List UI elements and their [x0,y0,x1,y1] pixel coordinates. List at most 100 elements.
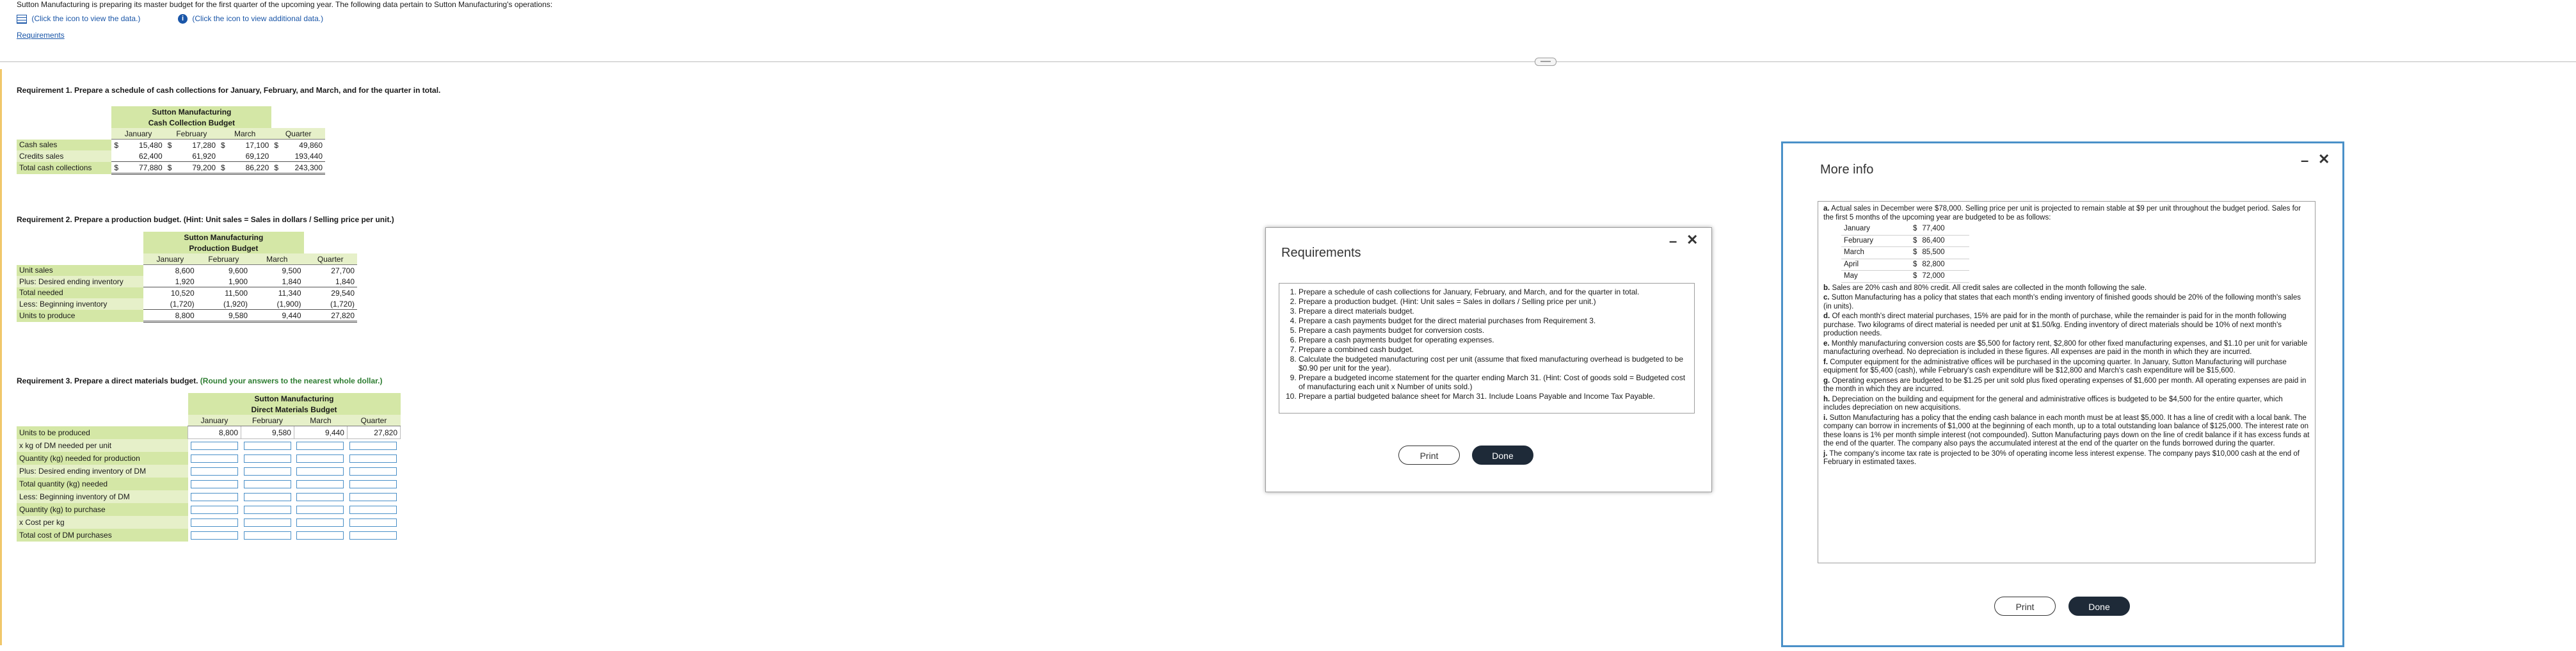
answer-input[interactable] [243,467,291,476]
answer-input[interactable] [190,531,238,540]
print-button[interactable]: Print [1398,446,1460,465]
budget-title: Direct Materials Budget [188,404,401,415]
table-row: x kg of DM needed per unit [17,438,401,452]
answer-input[interactable] [349,479,397,488]
answer-input[interactable] [243,492,291,501]
company-name: Sutton Manufacturing [111,106,272,117]
answer-input[interactable] [349,531,397,540]
req2-prompt: Requirement 2. Prepare a production budg… [17,215,394,224]
answer-input[interactable] [296,454,344,463]
answer-input[interactable] [349,441,397,450]
cell-value: 69,120 [227,150,272,162]
requirements-list: Prepare a schedule of cash collections f… [1284,287,1689,401]
minimize-icon[interactable]: – [1669,233,1677,250]
answer-input[interactable] [296,492,344,501]
table-row: February $86,400 [1841,235,1970,247]
answer-input[interactable] [243,441,291,450]
answer-input[interactable] [349,505,397,514]
answer-input[interactable] [296,505,344,514]
left-accent-bar [0,69,2,645]
close-icon[interactable]: ✕ [2318,151,2330,168]
cell-value: 61,920 [174,150,219,162]
answer-input[interactable] [349,467,397,476]
col-header: February [164,128,219,140]
cell-value: 29,540 [331,288,355,298]
answer-input[interactable] [296,518,344,527]
answer-input[interactable] [190,479,238,488]
row-label: Units to be produced [17,426,188,439]
answer-input[interactable] [243,454,291,463]
cell-value: 15,480 [139,140,163,150]
row-label: x kg of DM needed per unit [17,438,188,452]
row-label: Total cash collections [17,161,112,174]
answer-input[interactable] [296,531,344,540]
info-icon[interactable]: i [178,14,188,24]
answer-input[interactable] [349,518,397,527]
table-row: May $72,000 [1841,270,1970,283]
col-header: March [294,415,348,426]
sales-table: January $77,400 February $86,400 March $85,… [1841,223,1970,283]
info-item: g. Operating expenses are budgeted to be… [1823,376,2307,394]
row-label: Quantity (kg) needed for production [17,451,188,465]
table-row: Cash sales $15,480 $17,280 $17,100 $49,8… [17,139,325,150]
dialog-title: More info [1820,163,1874,177]
table-row: January $77,400 [1841,223,1970,236]
minimize-icon[interactable]: – [2301,152,2308,169]
budget-title: Cash Collection Budget [111,117,272,128]
cell-value: 27,820 [346,426,401,439]
done-button[interactable]: Done [1472,446,1533,465]
section-divider [0,61,2576,62]
answer-input[interactable] [296,479,344,488]
close-icon[interactable]: ✕ [1686,232,1698,248]
answer-input[interactable] [296,441,344,450]
answer-input[interactable] [190,467,238,476]
resize-handle[interactable] [1535,58,1556,66]
answer-input[interactable] [296,467,344,476]
answer-input[interactable] [190,492,238,501]
answer-input[interactable] [243,479,291,488]
list-item: Prepare a budgeted income statement for … [1299,373,1689,391]
cell-value: 1,840 [303,276,357,287]
requirements-link[interactable]: Requirements [17,31,65,40]
answer-input[interactable] [190,518,238,527]
table-row: Total cash collections $77,880 $79,200 $… [17,161,325,175]
done-button[interactable]: Done [2068,597,2130,616]
table-row: Plus: Desired ending inventory of DM [17,464,401,478]
answer-input[interactable] [349,454,397,463]
col-header: February [196,253,251,265]
answer-input[interactable] [243,505,291,514]
answer-input[interactable] [190,454,238,463]
req3-prompt: Requirement 3. Prepare a direct material… [17,376,383,385]
table-row: Quantity (kg) needed for production [17,451,401,465]
row-label: Quantity (kg) to purchase [17,502,188,516]
requirements-list-box: Prepare a schedule of cash collections f… [1279,283,1695,414]
cell-value: 8,800 [188,426,241,439]
cell-value: 1,840 [250,276,304,287]
answer-input[interactable] [190,441,238,450]
company-name: Sutton Manufacturing [188,393,401,404]
row-label: Plus: Desired ending inventory [17,276,144,287]
answer-input[interactable] [190,505,238,514]
table-row: Total needed 10,520 11,500 11,340 29,540 [17,287,357,298]
list-item: Prepare a cash payments budget for the d… [1299,316,1689,325]
answer-input[interactable] [349,492,397,501]
cell-value: 49,860 [299,140,323,150]
table-icon[interactable] [17,14,27,24]
answer-input[interactable] [243,518,291,527]
list-item: Prepare a schedule of cash collections f… [1299,287,1689,296]
print-button[interactable]: Print [1994,597,2056,616]
table-row: Credits sales 62,400 61,920 69,120 193,4… [17,150,325,162]
info-link-row[interactable]: i (Click the icon to view additional dat… [178,14,323,24]
list-item: Prepare a combined cash budget. [1299,345,1689,354]
data-link-row[interactable]: (Click the icon to view the data.) [17,14,140,24]
info-item: b. Sales are 20% cash and 80% credit. Al… [1823,284,2147,292]
view-additional-data-link[interactable]: (Click the icon to view additional data.… [192,14,323,23]
row-label: Credits sales [17,150,112,162]
row-label: Total cost of DM purchases [17,528,188,542]
view-data-link[interactable]: (Click the icon to view the data.) [31,14,140,23]
info-item: i. Sutton Manufacturing has a policy tha… [1823,414,2310,448]
cell-value: 17,280 [192,140,216,150]
cell-value: (1,720) [303,298,357,310]
answer-input[interactable] [243,531,291,540]
col-header: February [241,415,294,426]
